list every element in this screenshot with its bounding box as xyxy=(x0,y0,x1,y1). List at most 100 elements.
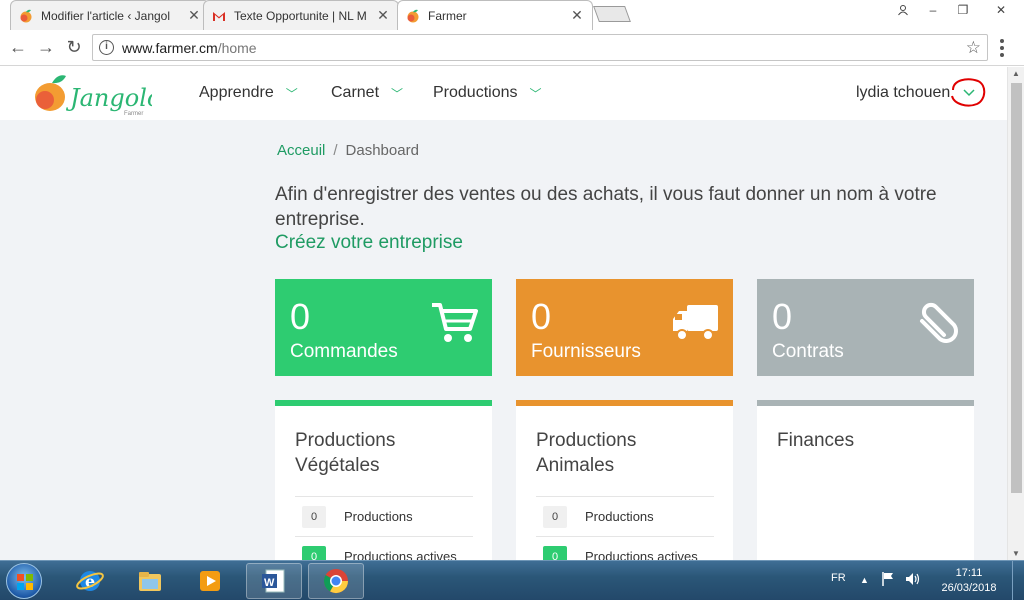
media-player-taskbar-icon[interactable] xyxy=(182,563,238,599)
count-badge: 0 xyxy=(302,545,326,560)
start-button[interactable] xyxy=(6,563,42,599)
browser-tab-3[interactable]: Farmer ✕ xyxy=(397,0,593,30)
clock-date: 26/03/2018 xyxy=(941,582,997,594)
minimize-button[interactable]: – xyxy=(918,0,948,20)
close-icon[interactable]: ✕ xyxy=(187,7,201,24)
stat-value: 0 xyxy=(290,296,311,337)
card-title: Finances xyxy=(777,430,855,451)
count-badge: 0 xyxy=(543,545,567,560)
breadcrumb-separator: / xyxy=(333,142,338,159)
language-indicator[interactable]: FR xyxy=(831,572,846,584)
list-item[interactable]: 0 Productions actives xyxy=(295,536,473,560)
user-name[interactable]: lydia tchouen xyxy=(856,84,950,102)
list-item[interactable]: 0 Productions xyxy=(536,496,714,536)
url-host: www.farmer.cm xyxy=(122,39,218,56)
nav-apprendre[interactable]: Apprendre ﹀ xyxy=(199,84,298,102)
user-menu-toggle[interactable] xyxy=(947,76,987,108)
action-center-flag-icon[interactable] xyxy=(881,571,895,590)
jangolo-logo[interactable]: Jangolo Farmer xyxy=(32,70,152,118)
windows-taskbar: e W FR ▲ 17:11 26/03/2018 xyxy=(0,560,1024,600)
restore-button[interactable]: ❐ xyxy=(948,0,978,20)
list-item-label: Productions xyxy=(585,509,654,524)
breadcrumb: Acceuil / Dashboard xyxy=(277,142,419,159)
volume-icon[interactable] xyxy=(904,571,922,590)
stat-tile-fournisseurs[interactable]: 0 Fournisseurs xyxy=(516,279,733,376)
window-controls: – ❐ ✕ xyxy=(888,0,1024,20)
logo-text: Jangolo xyxy=(65,84,152,112)
list-item[interactable]: 0 Productions xyxy=(295,496,473,536)
browser-tab-1[interactable]: Modifier l'article ‹ Jangol ✕ xyxy=(10,0,210,30)
address-bar[interactable]: i www.farmer.cm/home ☆ xyxy=(92,34,988,61)
card-productions-vegetales: Productions Végétales 0 Productions 0 Pr… xyxy=(275,400,492,560)
stat-value: 0 xyxy=(772,296,793,337)
list-item[interactable]: 0 Productions actives xyxy=(536,536,714,560)
back-arrow-icon[interactable]: ← xyxy=(4,34,32,62)
nav-label: Productions xyxy=(433,84,518,101)
stat-tile-commandes[interactable]: 0 Commandes xyxy=(275,279,492,376)
window-close-button[interactable]: ✕ xyxy=(978,0,1024,20)
word-taskbar-icon[interactable]: W xyxy=(246,563,302,599)
svg-text:W: W xyxy=(264,577,275,589)
logo-subtext: Farmer xyxy=(124,111,143,117)
windows-logo-icon xyxy=(17,574,33,590)
scrollbar-thumb[interactable] xyxy=(1011,83,1022,493)
page-scrollbar[interactable]: ▲ ▼ xyxy=(1007,67,1024,560)
shopping-cart-icon xyxy=(432,303,478,342)
mango-favicon-icon xyxy=(20,9,32,22)
nav-carnet[interactable]: Carnet ﹀ xyxy=(331,84,403,102)
count-badge: 0 xyxy=(302,505,326,528)
browser-tab-title: Modifier l'article ‹ Jangol xyxy=(41,8,171,23)
stat-label: Commandes xyxy=(290,341,398,362)
stat-tile-contrats[interactable]: 0 Contrats xyxy=(757,279,974,376)
chevron-down-icon xyxy=(963,89,975,97)
count-badge: 0 xyxy=(543,505,567,528)
stat-value: 0 xyxy=(531,296,552,337)
url-path: /home xyxy=(217,39,257,56)
truck-icon xyxy=(673,305,718,341)
card-title: Productions Végétales xyxy=(295,430,396,476)
close-icon[interactable]: ✕ xyxy=(376,7,390,24)
page-viewport: Jangolo Farmer Apprendre ﹀ Carnet ﹀ Prod… xyxy=(0,67,1007,560)
reload-icon[interactable]: ↻ xyxy=(60,34,88,62)
list-item-label: Productions xyxy=(344,509,413,524)
breadcrumb-current: Dashboard xyxy=(345,142,419,159)
browser-tab-2[interactable]: Texte Opportunite | NL M ✕ xyxy=(203,0,399,30)
card-productions-animales: Productions Animales 0 Productions 0 Pro… xyxy=(516,400,733,560)
browser-toolbar: ← → ↻ i www.farmer.cm/home ☆ xyxy=(0,30,1024,66)
browser-tabstrip: Modifier l'article ‹ Jangol ✕ Texte Oppo… xyxy=(0,0,1024,30)
stat-label: Fournisseurs xyxy=(531,341,641,362)
new-tab-button[interactable] xyxy=(593,6,631,22)
nav-label: Carnet xyxy=(331,84,380,101)
clock-time: 17:11 xyxy=(955,567,983,579)
taskbar-clock[interactable]: 17:11 26/03/2018 xyxy=(934,566,1004,596)
chevron-down-icon: ﹀ xyxy=(285,86,298,101)
chrome-taskbar-icon[interactable] xyxy=(308,563,364,599)
create-company-link[interactable]: Créez votre entreprise xyxy=(275,232,463,254)
nav-label: Apprendre xyxy=(199,84,274,101)
browser-tab-title: Farmer xyxy=(428,8,467,23)
show-desktop-button[interactable] xyxy=(1012,561,1024,600)
chevron-down-icon: ﹀ xyxy=(529,86,542,101)
bookmark-star-icon[interactable]: ☆ xyxy=(966,38,981,58)
paperclip-icon xyxy=(920,302,958,343)
internet-explorer-taskbar-icon[interactable]: e xyxy=(62,563,118,599)
site-header: Jangolo Farmer Apprendre ﹀ Carnet ﹀ Prod… xyxy=(0,67,1007,120)
nav-productions[interactable]: Productions ﹀ xyxy=(433,84,542,102)
close-icon[interactable]: ✕ xyxy=(570,7,584,24)
show-hidden-icons-icon[interactable]: ▲ xyxy=(860,575,869,585)
mango-favicon-icon xyxy=(407,9,419,22)
forward-arrow-icon[interactable]: → xyxy=(32,34,60,62)
company-notice-text: Afin d'enregistrer des ventes ou des ach… xyxy=(275,184,937,230)
info-icon[interactable]: i xyxy=(99,40,114,55)
browser-tab-title: Texte Opportunite | NL M xyxy=(234,8,367,23)
scroll-down-icon[interactable]: ▼ xyxy=(1012,549,1020,558)
browser-menu-icon[interactable] xyxy=(996,39,1008,57)
file-explorer-taskbar-icon[interactable] xyxy=(122,563,178,599)
card-finances: Finances xyxy=(757,400,974,560)
list-item-label: Productions actives xyxy=(344,549,457,560)
scroll-up-icon[interactable]: ▲ xyxy=(1012,69,1020,78)
breadcrumb-home-link[interactable]: Acceuil xyxy=(277,142,325,159)
stat-label: Contrats xyxy=(772,341,844,362)
list-item-label: Productions actives xyxy=(585,549,698,560)
user-profile-icon[interactable] xyxy=(888,0,918,20)
